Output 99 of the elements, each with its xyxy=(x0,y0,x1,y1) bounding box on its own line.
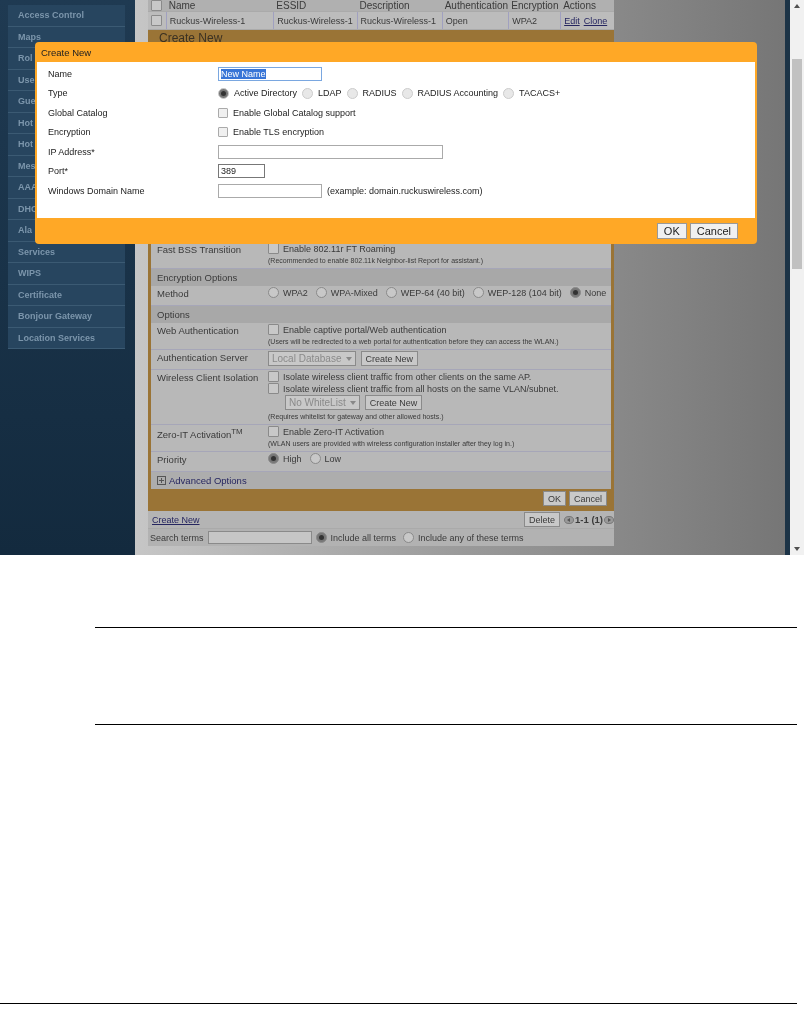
search-label: Search terms xyxy=(150,532,204,543)
radio-label: Include any of these terms xyxy=(418,532,524,543)
checkbox[interactable] xyxy=(268,324,279,335)
input-field[interactable]: New Name xyxy=(218,66,322,81)
form-button[interactable]: OK xyxy=(542,491,566,506)
radio-button[interactable] xyxy=(503,87,515,99)
checkbox-label: Isolate wireless client traffic from other clients on the same AP. xyxy=(283,371,532,382)
field-label: Web Authentication xyxy=(156,324,240,338)
radio-button[interactable] xyxy=(346,87,358,99)
table-cell: Ruckus-Wireless-1 xyxy=(356,12,442,29)
action-link[interactable]: Edit xyxy=(564,15,580,26)
radio-button[interactable] xyxy=(569,287,581,298)
delete-button[interactable]: Delete xyxy=(524,512,560,527)
column-header: Authentication xyxy=(443,0,509,11)
field-label: Authentication Server xyxy=(156,351,249,365)
hint-text: (example: domain.ruckuswireless.com) xyxy=(327,185,483,196)
radio-button[interactable] xyxy=(315,287,327,298)
scroll-up-icon[interactable] xyxy=(794,4,800,8)
section-header: Options xyxy=(151,306,611,323)
radio-label: Active Directory xyxy=(234,88,297,99)
table-cell: Open xyxy=(441,12,509,29)
checkbox-label: Enable 802.11r FT Roaming xyxy=(283,243,396,254)
radio-button[interactable] xyxy=(268,453,279,464)
page-range: 1-1 (1) xyxy=(575,514,603,525)
field-label: Method xyxy=(156,287,190,301)
caret-icon xyxy=(349,400,356,405)
checkbox[interactable] xyxy=(268,383,279,394)
column-header: Name xyxy=(167,0,197,11)
radio-label: RADIUS Accounting xyxy=(417,88,499,99)
radio-label: WPA2 xyxy=(283,287,308,298)
table-cell: Ruckus-Wireless-1 xyxy=(165,12,274,29)
radio-label: Include all terms xyxy=(330,532,397,543)
action-button[interactable]: Create New xyxy=(364,395,423,410)
field-label: Zero-IT Activation$^{TM}$ xyxy=(156,426,244,443)
field-label: Port* xyxy=(47,166,69,177)
column-header: Encryption xyxy=(510,0,560,11)
radio-label: None xyxy=(584,287,607,298)
radio-label: WPA-Mixed xyxy=(330,287,378,298)
scroll-down-icon[interactable] xyxy=(794,547,800,551)
checkbox[interactable] xyxy=(268,371,279,382)
checkbox-label: Enable Global Catalog support xyxy=(233,107,356,118)
column-header: Actions xyxy=(562,0,597,11)
table-cell: Ruckus-Wireless-1 xyxy=(273,12,357,29)
checkbox[interactable] xyxy=(151,15,162,26)
radio-button[interactable] xyxy=(472,287,484,298)
action-button[interactable]: Create New xyxy=(360,351,419,366)
checkbox[interactable] xyxy=(218,107,228,118)
section-header: Encryption Options xyxy=(151,269,611,286)
radio-button[interactable] xyxy=(309,453,321,464)
checkbox-label: Enable TLS encryption xyxy=(233,127,324,138)
search-field[interactable] xyxy=(207,531,312,544)
radio-label: TACACS+ xyxy=(519,88,561,99)
radio-label: RADIUS xyxy=(362,88,397,99)
action-link[interactable]: Clone xyxy=(583,15,608,26)
create-new-link[interactable]: Create New xyxy=(152,514,200,525)
radio-button[interactable] xyxy=(403,532,415,543)
table-cell: WPA2 xyxy=(508,12,561,29)
radio-button[interactable] xyxy=(268,287,279,298)
checkbox[interactable] xyxy=(151,0,162,11)
field-label: Priority xyxy=(156,453,188,467)
field-label: Fast BSS Transition xyxy=(156,243,242,257)
radio-label: WEP-128 (104 bit) xyxy=(487,287,562,298)
dialog-title: Create New xyxy=(40,45,93,60)
checkbox[interactable] xyxy=(218,127,228,138)
field-label: Encryption xyxy=(47,127,92,138)
caret-icon xyxy=(345,356,352,361)
next-page-icon[interactable] xyxy=(604,515,614,524)
column-header: Description xyxy=(358,0,411,11)
radio-button[interactable] xyxy=(218,87,229,99)
field-label: Name xyxy=(47,68,73,79)
scrollbar-thumb[interactable] xyxy=(792,59,802,269)
checkbox-label: Enable Zero-IT Activation xyxy=(283,426,384,437)
field-label: Windows Domain Name xyxy=(47,185,146,196)
input-field[interactable] xyxy=(218,183,322,198)
radio-label: WEP-64 (40 bit) xyxy=(400,287,465,298)
field-label: Wireless Client Isolation xyxy=(156,371,260,385)
input-field[interactable] xyxy=(218,144,443,159)
radio-button[interactable] xyxy=(401,87,413,99)
scrollbar[interactable] xyxy=(790,0,804,555)
column-header: ESSID xyxy=(275,0,308,11)
form-button[interactable]: Cancel xyxy=(569,491,607,506)
radio-label: High xyxy=(283,453,302,464)
radio-label: Low xyxy=(324,453,342,464)
dialog-button[interactable]: OK xyxy=(656,223,687,239)
dialog-button[interactable]: Cancel xyxy=(689,223,738,239)
field-label: Global Catalog xyxy=(47,107,109,118)
radio-label: LDAP xyxy=(318,88,342,99)
radio-button[interactable] xyxy=(385,287,397,298)
expander-link[interactable]: Advanced Options xyxy=(169,475,247,486)
previous-page-icon[interactable] xyxy=(564,515,574,524)
checkbox[interactable] xyxy=(268,426,279,437)
radio-button[interactable] xyxy=(302,87,313,99)
field-label: Type xyxy=(47,88,69,99)
input-field[interactable]: 389 xyxy=(218,164,265,179)
field-label: IP Address* xyxy=(47,146,96,157)
radio-button[interactable] xyxy=(315,532,327,543)
expand-icon[interactable] xyxy=(157,476,166,485)
checkbox-label: Isolate wireless client traffic from all hosts on the same VLAN/subnet. xyxy=(283,383,559,394)
checkbox-label: Enable captive portal/Web authentication xyxy=(283,324,447,335)
